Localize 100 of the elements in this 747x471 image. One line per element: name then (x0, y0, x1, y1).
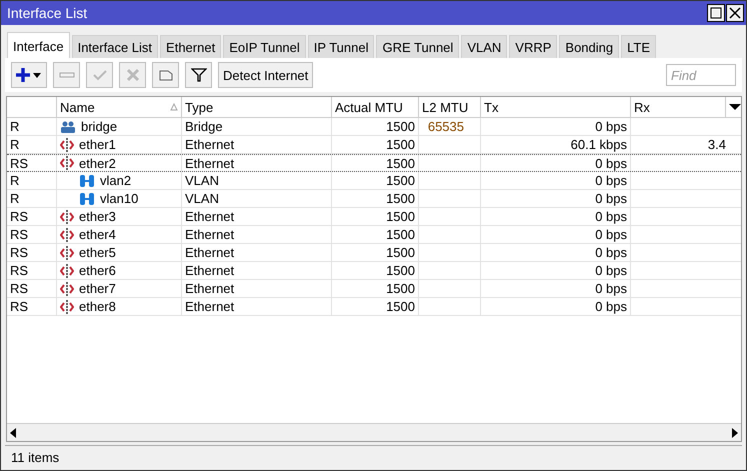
type-cell: VLAN (182, 190, 332, 207)
filter-button[interactable] (185, 62, 212, 88)
interface-name: ether3 (79, 209, 116, 224)
ethernet-port-icon (60, 246, 74, 260)
horizontal-scrollbar[interactable] (7, 423, 741, 441)
interface-name: ether1 (79, 137, 116, 152)
table-row[interactable]: R ether1 Ethernet 1500 60.1 kbps 3.4 (7, 136, 741, 154)
table-row[interactable]: R bridge Bridge 1500 65535 0 bps (7, 118, 741, 136)
table-row[interactable]: RS ether3 Ethernet 1500 0 bps (7, 208, 741, 226)
note-icon (158, 68, 174, 82)
mtu-cell: 1500 (332, 280, 419, 297)
type-cell: Ethernet (182, 262, 332, 279)
interface-name: ether5 (79, 245, 116, 260)
mtu-cell: 1500 (332, 155, 419, 171)
table-row[interactable]: RS ether4 Ethernet 1500 0 bps (7, 226, 741, 244)
tx-cell: 0 bps (481, 190, 631, 207)
close-button[interactable] (726, 4, 744, 22)
ethernet-port-icon (60, 138, 74, 152)
column-header[interactable]: Rx (631, 97, 726, 117)
ethernet-port-icon (60, 264, 74, 278)
rx-cell-text: 3.4 (706, 136, 726, 153)
tab[interactable]: Interface (7, 32, 70, 58)
filter-icon (190, 67, 206, 83)
cross-icon (124, 67, 140, 83)
checkmark-icon (92, 68, 108, 82)
minus-icon (58, 71, 74, 79)
mtu-cell: 1500 (332, 262, 419, 279)
tx-cell: 0 bps (481, 226, 631, 243)
column-header[interactable]: L2 MTU (419, 97, 481, 117)
vlan-link-icon (79, 192, 95, 206)
table-row[interactable]: R vlan10 VLAN 1500 0 bps (7, 190, 741, 208)
flags-cell: RS (7, 280, 57, 297)
flags-cell: RS (7, 208, 57, 225)
tx-cell: 0 bps (481, 208, 631, 225)
type-cell: Bridge (182, 118, 332, 135)
network-bridge-icon (60, 120, 76, 132)
comment-button[interactable] (152, 62, 179, 88)
tx-cell: 0 bps (481, 262, 631, 279)
column-header[interactable]: Actual MTU (332, 97, 419, 117)
mtu-cell: 1500 (332, 190, 419, 207)
tab[interactable]: EoIP Tunnel (223, 35, 306, 58)
mtu-cell: 1500 (332, 136, 419, 153)
type-cell: VLAN (182, 172, 332, 189)
item-count: 11 items (11, 450, 60, 464)
tab[interactable]: Ethernet (160, 35, 222, 58)
find-field[interactable]: Find (666, 64, 736, 86)
flags-cell: RS (7, 226, 57, 243)
close-icon (729, 7, 741, 19)
table-row[interactable]: RS ether8 Ethernet 1500 0 bps (7, 298, 741, 316)
table-row[interactable]: RS ether5 Ethernet 1500 0 bps (7, 244, 741, 262)
tab[interactable]: GRE Tunnel (376, 35, 460, 58)
tab[interactable]: Interface List (72, 35, 158, 58)
flags-cell: RS (7, 298, 57, 315)
tx-cell: 0 bps (481, 244, 631, 261)
mtu-cell: 1500 (332, 226, 419, 243)
interface-name: ether4 (79, 227, 116, 242)
table-row[interactable]: RS ether2 Ethernet 1500 0 bps (7, 154, 741, 172)
add-button[interactable] (11, 62, 47, 88)
column-header[interactable]: Name (57, 97, 182, 117)
flags-cell: R (7, 190, 57, 207)
interface-name: ether6 (79, 263, 116, 278)
mtu-cell: 1500 (332, 244, 419, 261)
interface-name: ether8 (79, 299, 116, 314)
tx-cell: 0 bps (481, 172, 631, 189)
interface-name: ether2 (79, 156, 116, 170)
tab[interactable]: Bonding (559, 35, 620, 58)
type-cell: Ethernet (182, 280, 332, 297)
detect-internet-button[interactable]: Detect Internet (218, 62, 314, 88)
column-header[interactable]: Type (182, 97, 332, 117)
flags-cell: R (7, 136, 57, 153)
mtu-cell: 1500 (332, 208, 419, 225)
tx-cell: 0 bps (481, 155, 631, 171)
sort-icon (170, 103, 178, 111)
mtu-cell: 1500 (332, 118, 419, 135)
tab[interactable]: IP Tunnel (308, 35, 374, 58)
maximize-button[interactable] (707, 4, 725, 22)
flags-cell: RS (7, 262, 57, 279)
type-cell: Ethernet (182, 155, 332, 171)
tab[interactable]: VRRP (509, 35, 558, 58)
window-title: Interface List (7, 5, 88, 21)
interface-name: vlan2 (100, 173, 132, 188)
flags-cell: R (7, 172, 57, 189)
table-row[interactable]: RS ether6 Ethernet 1500 0 bps (7, 262, 741, 280)
flags-cell: R (7, 118, 57, 135)
l2-mtu-cell: 65535 (419, 118, 481, 135)
type-cell: Ethernet (182, 136, 332, 153)
table-row[interactable]: R vlan2 VLAN 1500 0 bps (7, 172, 741, 190)
mtu-cell: 1500 (332, 172, 419, 189)
table-row[interactable]: RS ether7 Ethernet 1500 0 bps (7, 280, 741, 298)
tab[interactable]: LTE (621, 35, 656, 58)
ethernet-port-icon (60, 300, 74, 314)
tx-cell: 0 bps (481, 280, 631, 297)
tab[interactable]: VLAN (461, 35, 508, 58)
ethernet-port-icon (60, 282, 74, 296)
column-header[interactable]: Tx (481, 97, 631, 117)
type-cell: Ethernet (182, 208, 332, 225)
maximize-icon (710, 7, 722, 19)
tx-cell: 0 bps (481, 118, 631, 135)
type-cell: Ethernet (182, 244, 332, 261)
ethernet-port-icon (60, 228, 74, 242)
